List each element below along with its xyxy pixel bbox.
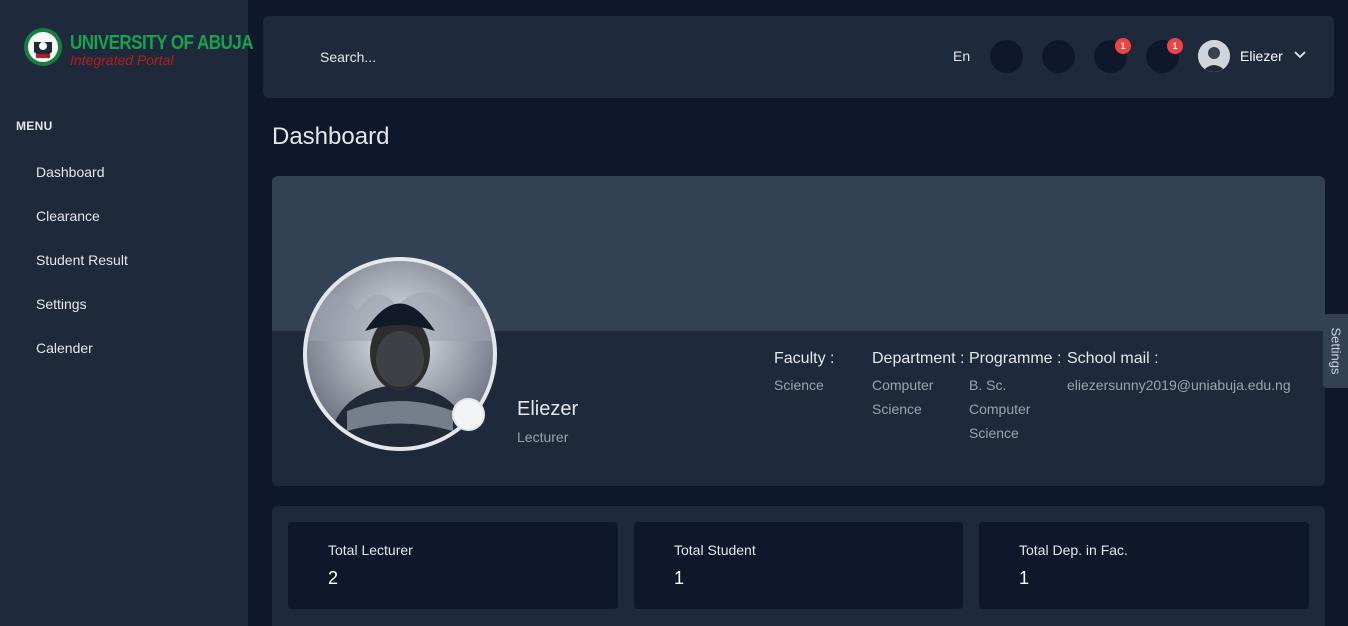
menu-heading: MENU (16, 119, 53, 133)
university-crest-icon (24, 28, 62, 66)
school-mail-value: eliezersunny2019@uniabuja.edu.ng (1067, 377, 1291, 393)
user-name[interactable]: Eliezer (1240, 48, 1283, 64)
school-mail-field: School mail : eliezersunny2019@uniabuja.… (1067, 348, 1307, 397)
sidebar-item-settings[interactable]: Settings (36, 294, 87, 314)
message-icon[interactable]: 1 (1146, 38, 1183, 73)
top-header: En 1 1 Eliezer (263, 16, 1334, 98)
message-badge: 1 (1167, 38, 1183, 54)
faculty-label: Faculty : (774, 350, 835, 367)
settings-tab-label: Settings (1328, 327, 1343, 375)
stat-label: Total Lecturer (328, 542, 413, 558)
chevron-down-icon[interactable] (1293, 50, 1307, 60)
sidebar-item-student-result[interactable]: Student Result (36, 250, 128, 270)
profile-name: Eliezer (517, 398, 579, 420)
brand-subtitle: Integrated Portal (70, 52, 174, 68)
sidebar-item-clearance[interactable]: Clearance (36, 206, 100, 226)
sidebar: UNIVERSITY OF ABUJA Integrated Portal ME… (0, 0, 254, 626)
faculty-value: Science (774, 377, 824, 393)
programme-field: Programme : B. Sc. Computer Science (969, 348, 1062, 445)
department-label: Department : (872, 350, 965, 367)
university-logo[interactable]: UNIVERSITY OF ABUJA Integrated Portal (22, 24, 254, 72)
user-avatar[interactable] (1198, 40, 1230, 72)
settings-side-tab[interactable]: Settings (1323, 314, 1348, 388)
fullscreen-icon[interactable] (990, 40, 1023, 73)
notification-badge: 1 (1115, 38, 1131, 54)
department-field: Department : Computer Science (872, 348, 965, 421)
stat-label: Total Dep. in Fac. (1019, 542, 1128, 558)
stat-card-total-lecturer: Total Lecturer 2 (288, 522, 618, 609)
stat-card-total-dep-in-fac: Total Dep. in Fac. 1 (979, 522, 1309, 609)
programme-value: B. Sc. Computer Science (969, 377, 1031, 441)
stat-value: 1 (674, 568, 685, 588)
stats-panel: Total Lecturer 2 Total Student 1 Total D… (272, 506, 1325, 626)
department-value: Computer Science (872, 377, 934, 417)
stat-label: Total Student (674, 542, 756, 558)
sidebar-item-calender[interactable]: Calender (36, 338, 93, 358)
faculty-field: Faculty : Science (774, 348, 864, 397)
programme-label: Programme : (969, 350, 1062, 367)
user-photo-icon (1198, 40, 1230, 72)
language-selector[interactable]: En (953, 48, 970, 64)
profile-card: Eliezer Lecturer Faculty : Science Depar… (272, 176, 1325, 486)
profile-role: Lecturer (517, 429, 569, 445)
sidebar-item-dashboard[interactable]: Dashboard (36, 162, 105, 182)
theme-toggle-icon[interactable] (1042, 40, 1075, 73)
notification-icon[interactable]: 1 (1094, 38, 1131, 73)
stat-value: 1 (1019, 568, 1030, 588)
search-input[interactable] (320, 47, 620, 67)
stat-value: 2 (328, 568, 339, 588)
page-title: Dashboard (272, 123, 390, 150)
online-status-indicator (452, 398, 485, 431)
stat-card-total-student: Total Student 1 (634, 522, 963, 609)
school-mail-label: School mail : (1067, 350, 1159, 367)
